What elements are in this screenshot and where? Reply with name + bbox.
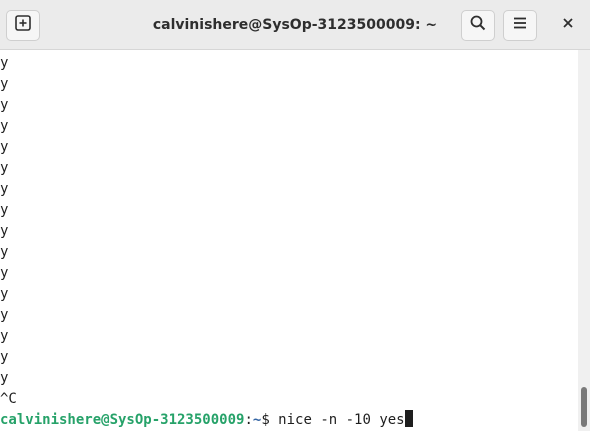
- prompt-user-host: calvinishere@SysOp-3123500009: [0, 412, 245, 428]
- search-icon: [469, 14, 487, 37]
- hamburger-menu-icon: [511, 14, 529, 37]
- output-line: y: [0, 202, 9, 218]
- terminal-area[interactable]: y y y y y y y y y y y y y y y y ^C calvi…: [0, 50, 590, 431]
- command-prompt-line[interactable]: calvinishere@SysOp-3123500009:~$ nice -n…: [0, 410, 576, 431]
- output-line: y: [0, 349, 9, 365]
- title-bar[interactable]: calvinishere@SysOp-3123500009: ~: [0, 0, 590, 50]
- output-line: y: [0, 286, 9, 302]
- output-line: y: [0, 118, 9, 134]
- terminal-output: y y y y y y y y y y y y y y y y ^C calvi…: [0, 53, 576, 431]
- prompt-separator: :: [244, 412, 253, 428]
- prompt-symbol: $: [261, 412, 279, 428]
- output-line: y: [0, 97, 9, 113]
- close-button[interactable]: [551, 10, 585, 41]
- output-line: y: [0, 139, 9, 155]
- interrupt-line: ^C: [0, 391, 17, 407]
- output-line: y: [0, 328, 9, 344]
- output-line: y: [0, 160, 9, 176]
- command-text[interactable]: nice -n -10 yes: [278, 412, 404, 428]
- output-line: y: [0, 370, 9, 386]
- search-button[interactable]: [461, 10, 495, 41]
- output-line: y: [0, 307, 9, 323]
- close-icon: [561, 16, 575, 35]
- terminal-window: calvinishere@SysOp-3123500009: ~ y y y y…: [0, 0, 590, 431]
- output-line: y: [0, 76, 9, 92]
- output-line: y: [0, 55, 9, 71]
- scrollbar-thumb[interactable]: [581, 387, 587, 427]
- new-tab-icon: [14, 14, 32, 37]
- menu-button[interactable]: [503, 10, 537, 41]
- new-tab-button[interactable]: [6, 10, 40, 41]
- scrollbar[interactable]: [578, 50, 590, 431]
- output-line: y: [0, 265, 9, 281]
- output-line: y: [0, 223, 9, 239]
- output-line: y: [0, 181, 9, 197]
- output-line: y: [0, 244, 9, 260]
- text-cursor: [404, 410, 413, 427]
- window-title: calvinishere@SysOp-3123500009: ~: [152, 17, 438, 33]
